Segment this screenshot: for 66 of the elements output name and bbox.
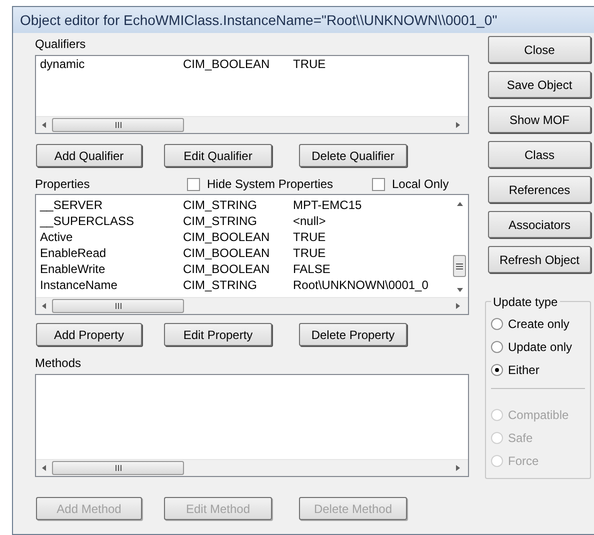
section-label: Qualifiers: [35, 37, 87, 52]
window-title: Object editor for EchoWMIClass.InstanceName="Root\\UNKNOWN\\0001_0": [13, 7, 594, 33]
name-cell-text: EnableRead: [40, 245, 108, 261]
type-cell-text: CIM_BOOLEAN: [183, 56, 271, 72]
type-cell-text: CIM_STRING: [183, 197, 258, 213]
checkbox-box[interactable]: [187, 178, 200, 190]
checkbox-box[interactable]: [372, 178, 385, 190]
button[interactable]: Edit Property: [164, 323, 272, 346]
radio-button[interactable]: Update only: [491, 335, 590, 358]
button[interactable]: Delete Property: [299, 323, 407, 346]
grip-icon: [114, 465, 122, 471]
value-cell: TRUE: [293, 245, 326, 261]
name-cell-text: EnableWrite: [40, 261, 106, 277]
button[interactable]: Save Object: [488, 71, 591, 98]
scroll-right-icon[interactable]: [454, 121, 462, 129]
button[interactable]: Close: [488, 36, 591, 63]
value-cell: FALSE: [293, 261, 330, 277]
button[interactable]: Class: [488, 141, 591, 168]
button[interactable]: Associators: [488, 211, 591, 238]
type-cell-text: CIM_STRING: [183, 277, 258, 293]
scroll-left-icon[interactable]: [40, 302, 48, 310]
value-cell: MPT-EMC15: [293, 197, 362, 213]
scroll-left-icon[interactable]: [40, 121, 48, 129]
horizontal-scrollbar[interactable]: [36, 297, 468, 314]
button[interactable]: Show MOF: [488, 106, 591, 133]
button[interactable]: Add Property: [36, 323, 142, 346]
value-cell: <null>: [293, 213, 326, 229]
value-cell: Root\UNKNOWN\0001_0: [293, 277, 428, 293]
scroll-thumb[interactable]: [52, 461, 184, 475]
section-label: Properties: [35, 176, 91, 193]
qualifiers-list[interactable]: dynamic CIM_BOOLEAN TRUE: [35, 55, 469, 134]
scroll-right-icon[interactable]: [454, 464, 462, 472]
type-cell-text: CIM_BOOLEAN: [183, 245, 271, 261]
name-cell-text: __SUPERCLASS: [40, 213, 136, 229]
name-cell-text: Active: [40, 229, 74, 245]
horizontal-scrollbar[interactable]: [36, 459, 468, 476]
scroll-thumb[interactable]: [453, 255, 466, 277]
scroll-up-icon[interactable]: [456, 201, 464, 207]
button[interactable]: Add Qualifier: [36, 144, 142, 167]
radio-button[interactable]: Create only: [491, 312, 590, 335]
scroll-right-icon[interactable]: [454, 302, 462, 310]
button[interactable]: Refresh Object: [488, 246, 591, 273]
scroll-left-icon[interactable]: [40, 464, 48, 472]
scroll-thumb[interactable]: [52, 118, 184, 132]
radio-button[interactable]: Either: [491, 358, 590, 381]
button[interactable]: Delete Qualifier: [299, 144, 407, 167]
type-cell-text: CIM_STRING: [183, 213, 258, 229]
type-cell-text: CIM_BOOLEAN: [183, 229, 271, 245]
button[interactable]: References: [488, 176, 591, 203]
scroll-thumb[interactable]: [52, 299, 184, 313]
name-cell-text: __SERVER: [40, 197, 104, 213]
methods-list[interactable]: [35, 374, 469, 477]
name-cell-text: dynamic: [40, 56, 86, 72]
button[interactable]: Edit Qualifier: [164, 144, 272, 167]
type-cell-text: CIM_BOOLEAN: [183, 261, 271, 277]
checkbox[interactable]: Hide System Properties: [187, 175, 372, 193]
name-cell-text: InstanceName: [40, 277, 118, 293]
grip-icon: [114, 303, 122, 309]
scroll-down-icon[interactable]: [456, 287, 464, 293]
grip-icon: [114, 122, 122, 128]
value-cell: TRUE: [293, 56, 326, 72]
value-cell: TRUE: [293, 229, 326, 245]
horizontal-scrollbar[interactable]: [36, 116, 468, 133]
properties-list[interactable]: __SERVER CIM_STRING MPT-EMC15 __SUPERCLASS CIM_STRING <null> Active CIM_BOOLEAN TRUE EnableRead CIM_BOOLEAN TRUE EnableWrite CIM_BOOLEAN FALSE InstanceName CIM_STRING Root\UNKNOWN\0001_0: [35, 194, 469, 315]
section-label: Methods: [35, 356, 82, 371]
checkbox[interactable]: Local Only: [372, 175, 449, 193]
